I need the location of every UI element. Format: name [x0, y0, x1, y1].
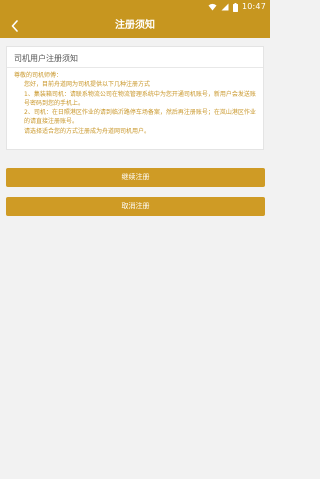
notice-item-2: 2、司机：在日照港区作业的请到临沂路停车场备案，然后再注册账号；在岚山港区作业的… [24, 109, 256, 126]
notice-body: 尊敬的司机师傅： 您好，目前舟道网为司机提供以下几种注册方式 1、集装箱司机：请… [14, 71, 256, 136]
notice-title: 司机用户注册须知 [14, 54, 78, 63]
status-time: 10:47 [241, 2, 266, 11]
status-bar: 10:47 [0, 0, 270, 14]
notice-card: 司机用户注册须知 尊敬的司机师傅： 您好，目前舟道网为司机提供以下几种注册方式 … [6, 46, 264, 150]
signal-icon [221, 3, 229, 11]
status-icons: 10:47 [208, 2, 266, 12]
app-bar: 注册须知 [0, 14, 270, 38]
notice-divider [7, 67, 263, 68]
battery-icon [232, 2, 238, 12]
notice-item-1: 1、集装箱司机：请联系物流公司在物流管理系统中为您开通司机账号，新用户会发送账号… [24, 90, 256, 107]
notice-outro: 请选择适合您的方式注册成为舟道网司机用户。 [24, 127, 151, 135]
continue-register-button[interactable]: 继续注册 [6, 168, 265, 187]
wifi-icon [208, 3, 217, 11]
page-title: 注册须知 [115, 20, 155, 31]
notice-greeting: 尊敬的司机师傅： [14, 72, 63, 79]
cancel-register-button[interactable]: 取消注册 [6, 197, 265, 216]
notice-intro: 您好，目前舟道网为司机提供以下几种注册方式 [24, 81, 151, 89]
